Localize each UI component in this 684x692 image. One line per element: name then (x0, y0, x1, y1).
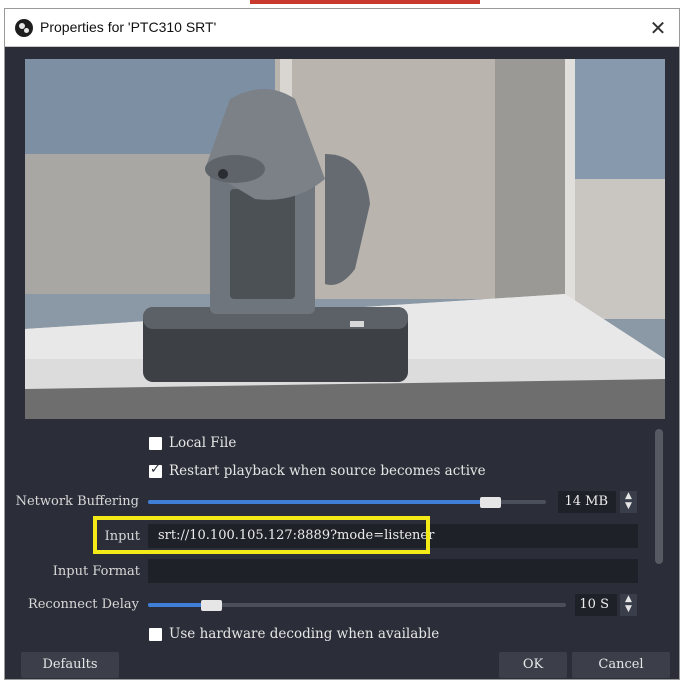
reconnect-delay-spinner[interactable]: ▲ ▼ (620, 594, 637, 616)
title-bar: Properties for 'PTC310 SRT' ✕ (5, 9, 679, 47)
checkmark-icon: ✓ (150, 462, 161, 477)
background-strip (0, 0, 684, 8)
local-file-checkbox[interactable] (149, 437, 162, 450)
network-buffering-label: Network Buffering (15, 494, 139, 509)
defaults-button[interactable]: Defaults (21, 652, 119, 678)
chevron-up-icon[interactable]: ▲ (625, 594, 632, 604)
properties-dialog: Properties for 'PTC310 SRT' ✕ Local File… (4, 8, 680, 680)
network-buffering-spinner[interactable]: ▲ ▼ (620, 491, 637, 513)
network-buffering-slider-handle[interactable] (480, 497, 501, 508)
ok-button[interactable]: OK (499, 652, 567, 678)
chevron-up-icon[interactable]: ▲ (625, 491, 632, 501)
reconnect-delay-value[interactable]: 10 S (575, 594, 617, 616)
cancel-button[interactable]: Cancel (572, 652, 670, 678)
vertical-scrollbar[interactable] (655, 429, 663, 564)
hw-decoding-checkbox[interactable] (149, 628, 162, 641)
restart-playback-checkbox[interactable]: ✓ (149, 462, 162, 478)
chevron-down-icon[interactable]: ▼ (625, 501, 632, 511)
network-buffering-slider-fill (148, 500, 490, 504)
restart-playback-label: Restart playback when source becomes act… (169, 463, 486, 479)
reconnect-delay-slider-handle[interactable] (201, 600, 222, 611)
chevron-down-icon[interactable]: ▼ (625, 604, 632, 614)
local-file-label: Local File (169, 435, 237, 451)
obs-logo-icon (15, 19, 33, 37)
reconnect-delay-label: Reconnect Delay (27, 597, 139, 612)
input-format-field[interactable] (148, 559, 638, 583)
input-field[interactable]: srt://10.100.105.127:8889?mode=listener (148, 524, 638, 548)
network-buffering-value[interactable]: 14 MB (558, 491, 616, 513)
source-preview (25, 59, 665, 419)
camera-preview-image (25, 59, 665, 419)
background-strip-bottom (0, 680, 684, 692)
dialog-title: Properties for 'PTC310 SRT' (40, 19, 217, 35)
input-label: Input (104, 529, 140, 544)
close-button[interactable]: ✕ (643, 13, 673, 43)
input-format-label: Input Format (52, 564, 140, 579)
hw-decoding-label: Use hardware decoding when available (169, 626, 440, 642)
